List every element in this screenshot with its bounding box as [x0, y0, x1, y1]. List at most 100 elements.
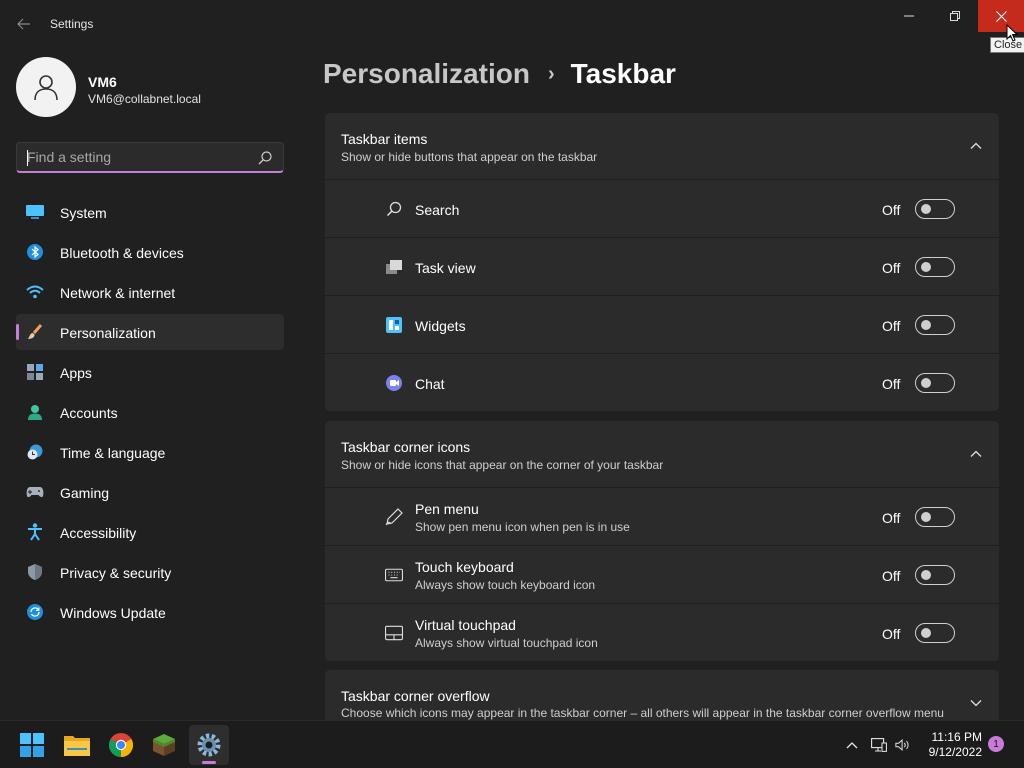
breadcrumb-parent[interactable]: Personalization: [323, 58, 530, 90]
sidebar-item-label: Privacy & security: [60, 565, 172, 581]
notification-badge[interactable]: 1: [988, 736, 1004, 752]
minimize-icon: [904, 15, 914, 17]
setting-description: Always show touch keyboard icon: [415, 578, 596, 592]
minecraft-button[interactable]: [144, 725, 184, 765]
maximize-button[interactable]: [932, 0, 978, 32]
close-icon: [995, 10, 1007, 22]
sidebar-item-network[interactable]: Network & internet: [16, 274, 284, 310]
chat-icon: [385, 374, 403, 392]
chevron-up-icon[interactable]: [969, 139, 983, 153]
clock-globe-icon: [26, 444, 44, 460]
person-avatar-icon: [34, 75, 58, 101]
search-toggle[interactable]: [915, 199, 955, 219]
toggle-state-text: Off: [882, 376, 901, 392]
network-tray-button[interactable]: [871, 737, 887, 753]
breadcrumb-separator: ›: [547, 62, 555, 85]
sidebar-item-time-language[interactable]: Time & language: [16, 434, 284, 470]
toggle-state-text: Off: [882, 260, 901, 276]
setting-description: Always show virtual touchpad icon: [415, 636, 598, 650]
text-caret: [27, 150, 28, 166]
setting-label: Task view: [415, 260, 476, 276]
section-header[interactable]: Taskbar corner overflow Choose which ico…: [325, 670, 999, 720]
chevron-up-icon: [846, 742, 858, 749]
minimize-button[interactable]: [886, 0, 932, 32]
restore-icon: [950, 11, 960, 21]
toggle-knob: [921, 320, 931, 330]
section-title: Taskbar items: [341, 131, 428, 147]
section-title: Taskbar corner overflow: [341, 688, 490, 704]
chat-toggle[interactable]: [915, 373, 955, 393]
sidebar-item-bluetooth[interactable]: Bluetooth & devices: [16, 234, 284, 270]
sidebar-item-label: Personalization: [60, 325, 156, 341]
taskbar-clock[interactable]: 11:16 PM 9/12/2022: [918, 730, 982, 760]
mouse-cursor-icon: [1006, 24, 1018, 42]
sidebar-item-label: Accounts: [60, 405, 118, 421]
setting-label: Chat: [415, 376, 445, 392]
running-indicator: [202, 761, 216, 764]
sidebar-item-label: Time & language: [60, 445, 166, 461]
sidebar-item-label: Apps: [60, 365, 92, 381]
widgets-icon: [385, 316, 403, 334]
sidebar-item-label: Bluetooth & devices: [60, 245, 184, 261]
sidebar-item-system[interactable]: System: [16, 194, 284, 230]
toggle-state-text: Off: [882, 510, 901, 526]
touch-keyboard-toggle[interactable]: [915, 565, 955, 585]
chevron-up-icon[interactable]: [969, 447, 983, 461]
setting-description: Show pen menu icon when pen is in use: [415, 520, 630, 534]
sidebar-item-apps[interactable]: Apps: [16, 354, 284, 390]
app-title: Settings: [50, 17, 94, 31]
widgets-toggle[interactable]: [915, 315, 955, 335]
show-hidden-icons-button[interactable]: [844, 737, 860, 753]
search-icon[interactable]: [257, 150, 273, 166]
section-title: Taskbar corner icons: [341, 439, 471, 455]
setting-row-virtual-touchpad: Virtual touchpad Always show virtual tou…: [325, 603, 999, 661]
page-title: Taskbar: [570, 58, 676, 89]
pen-icon: [385, 508, 403, 526]
avatar: [16, 57, 76, 117]
touchpad-icon: [385, 624, 403, 642]
search-icon: [385, 200, 403, 218]
sidebar-item-gaming[interactable]: Gaming: [16, 474, 284, 510]
search-input[interactable]: [27, 149, 247, 165]
toggle-knob: [921, 628, 931, 638]
chevron-down-icon[interactable]: [969, 696, 983, 710]
start-button[interactable]: [12, 725, 52, 765]
back-button[interactable]: [12, 12, 36, 36]
wifi-icon: [26, 284, 44, 300]
gear-icon: [197, 733, 221, 757]
setting-label: Pen menu: [415, 501, 479, 517]
accessibility-icon: [26, 523, 44, 541]
user-name: VM6: [88, 74, 117, 90]
section-header[interactable]: Taskbar corner icons Show or hide icons …: [325, 421, 999, 487]
section-header[interactable]: Taskbar items Show or hide buttons that …: [325, 113, 999, 179]
chrome-button[interactable]: [101, 725, 141, 765]
section-taskbar-items: Taskbar items Show or hide buttons that …: [325, 113, 999, 411]
sidebar-item-privacy-security[interactable]: Privacy & security: [16, 554, 284, 590]
toggle-knob: [921, 262, 931, 272]
setting-row-task-view: Task view Off: [325, 237, 999, 295]
sidebar-item-label: Windows Update: [60, 605, 166, 621]
section-taskbar-corner-icons: Taskbar corner icons Show or hide icons …: [325, 421, 999, 661]
file-explorer-button[interactable]: [57, 725, 97, 765]
sidebar-item-label: Gaming: [60, 485, 110, 501]
sidebar-item-label: Network & internet: [60, 285, 176, 301]
shield-icon: [26, 564, 44, 580]
volume-tray-button[interactable]: [895, 737, 911, 753]
task-view-toggle[interactable]: [915, 257, 955, 277]
settings-search[interactable]: [16, 142, 284, 173]
keyboard-icon: [385, 566, 403, 584]
toggle-state-text: Off: [882, 318, 901, 334]
setting-row-touch-keyboard: Touch keyboard Always show touch keyboar…: [325, 545, 999, 603]
sidebar-item-accounts[interactable]: Accounts: [16, 394, 284, 430]
sidebar-item-personalization[interactable]: Personalization: [16, 314, 284, 350]
sidebar-item-label: Accessibility: [60, 525, 137, 541]
speaker-icon: [895, 739, 909, 751]
pen-menu-toggle[interactable]: [915, 507, 955, 527]
setting-row-search: Search Off: [325, 179, 999, 237]
setting-row-pen-menu: Pen menu Show pen menu icon when pen is …: [325, 487, 999, 545]
toggle-knob: [921, 204, 931, 214]
sidebar-item-accessibility[interactable]: Accessibility: [16, 514, 284, 550]
virtual-touchpad-toggle[interactable]: [915, 623, 955, 643]
sidebar-item-windows-update[interactable]: Windows Update: [16, 594, 284, 630]
settings-button[interactable]: [189, 725, 229, 765]
